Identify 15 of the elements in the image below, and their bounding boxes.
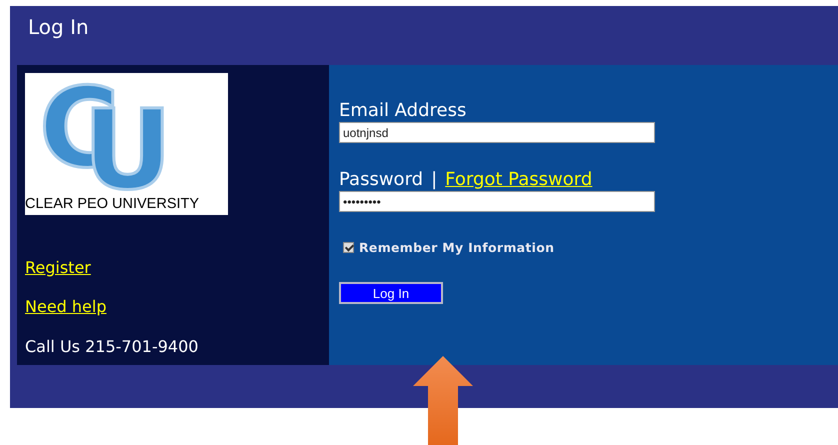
password-field[interactable]: ••••••••• bbox=[339, 191, 655, 212]
separator: | bbox=[431, 169, 438, 191]
remember-checkbox[interactable] bbox=[343, 242, 354, 253]
email-field[interactable]: uotnjnsd bbox=[339, 122, 655, 143]
email-label: Email Address bbox=[339, 100, 466, 122]
login-button[interactable]: Log In bbox=[339, 282, 443, 304]
password-label: Password bbox=[339, 169, 424, 191]
logo-caption: CLEAR PEO UNIVERSITY bbox=[25, 196, 200, 212]
sidebar-link[interactable]: Need help bbox=[25, 297, 106, 317]
arrow-icon bbox=[413, 356, 473, 445]
forgot-password-link[interactable]: Forgot Password bbox=[445, 169, 592, 191]
page-title: Log In bbox=[28, 15, 89, 39]
contact-phone: Call Us 215-701-9400 bbox=[25, 337, 198, 357]
remember-label: Remember My Information bbox=[359, 240, 554, 255]
sidebar-link[interactable]: Register bbox=[25, 258, 91, 278]
